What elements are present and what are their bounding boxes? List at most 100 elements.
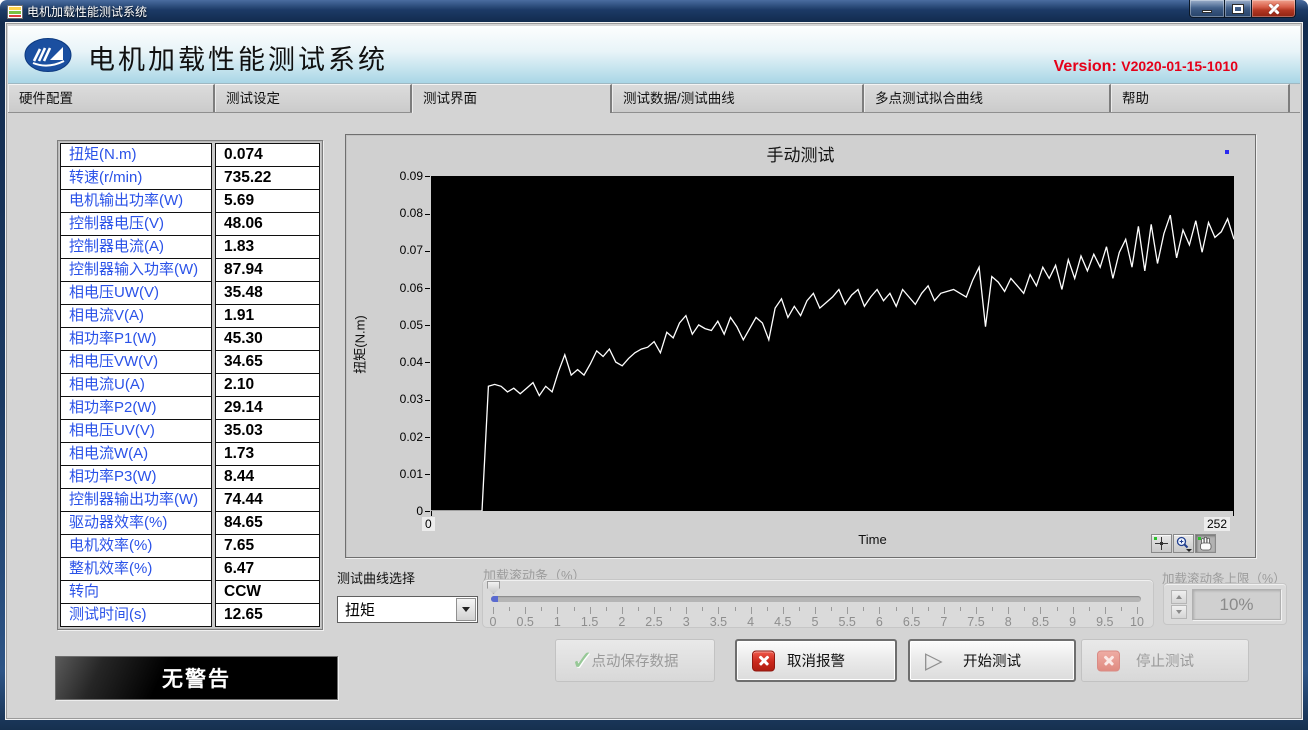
metric-value: 0.074 bbox=[215, 143, 320, 167]
tab-5[interactable]: 多点测试拟合曲线 bbox=[864, 84, 1111, 112]
slider-tick bbox=[509, 607, 510, 611]
slider-pointer-handle[interactable] bbox=[487, 581, 500, 594]
slider-tick bbox=[831, 607, 832, 611]
metric-label: 转速(r/min) bbox=[60, 166, 212, 190]
y-tick-label: 0.09 bbox=[346, 168, 430, 184]
metric-value: 74.44 bbox=[215, 488, 320, 512]
start-test-button[interactable]: 开始测试 bbox=[908, 639, 1076, 682]
slider-tick bbox=[557, 607, 558, 614]
table-row: 整机效率(%)6.47 bbox=[60, 557, 320, 581]
metric-label: 控制器电压(V) bbox=[60, 212, 212, 236]
slider-tick bbox=[541, 607, 542, 611]
slider-tick-label: 8.5 bbox=[1032, 615, 1049, 629]
slider-tick bbox=[976, 607, 977, 614]
tab-3[interactable]: 测试界面 bbox=[412, 84, 612, 113]
tab-2[interactable]: 测试设定 bbox=[215, 84, 412, 112]
slider-tick bbox=[1105, 607, 1106, 614]
y-tick-label: 0.05 bbox=[346, 317, 430, 333]
minimize-icon bbox=[1202, 10, 1212, 13]
table-row: 控制器输入功率(W)87.94 bbox=[60, 258, 320, 282]
slider-tick bbox=[879, 607, 880, 614]
metric-value: 35.48 bbox=[215, 281, 320, 305]
slider-tick-label: 9.5 bbox=[1096, 615, 1113, 629]
metric-value: 735.22 bbox=[215, 166, 320, 190]
metric-label: 扭矩(N.m) bbox=[60, 143, 212, 167]
slider-tick bbox=[783, 607, 784, 614]
load-limit-control: 10% bbox=[1163, 583, 1287, 625]
jog-save-button[interactable]: 点动保存数据 bbox=[555, 639, 715, 682]
slider-tick bbox=[590, 607, 591, 614]
y-tick-label: 0.07 bbox=[346, 242, 430, 258]
metric-value: 2.10 bbox=[215, 373, 320, 397]
cursor-tool-button[interactable] bbox=[1151, 534, 1172, 553]
company-logo-icon bbox=[24, 37, 72, 73]
slider-tick-label: 1 bbox=[554, 615, 561, 629]
metric-value: 35.03 bbox=[215, 419, 320, 443]
warning-indicator: 无警告 bbox=[55, 656, 338, 700]
cancel-alarm-button[interactable]: 取消报警 bbox=[735, 639, 897, 682]
waveform-plot[interactable] bbox=[431, 176, 1234, 511]
slider-tick-label: 10 bbox=[1130, 615, 1144, 629]
pan-tool-button[interactable] bbox=[1195, 534, 1216, 553]
tab-4[interactable]: 测试数据/测试曲线 bbox=[612, 84, 864, 112]
slider-tick bbox=[928, 607, 929, 611]
metric-label: 控制器输入功率(W) bbox=[60, 258, 212, 282]
curve-select-label: 测试曲线选择 bbox=[337, 568, 415, 587]
led-dot bbox=[1198, 537, 1201, 540]
table-row: 相电压UV(V)35.03 bbox=[60, 419, 320, 443]
maximize-button[interactable] bbox=[1225, 0, 1252, 18]
slider-tick bbox=[574, 607, 575, 611]
metric-value: CCW bbox=[215, 580, 320, 604]
slider-tick-marks bbox=[493, 607, 1137, 615]
slider-tick bbox=[751, 607, 752, 614]
slider-tick bbox=[702, 607, 703, 611]
slider-tick-label: 7.5 bbox=[967, 615, 984, 629]
metric-label: 电机输出功率(W) bbox=[60, 189, 212, 213]
metric-label: 相电压VW(V) bbox=[60, 350, 212, 374]
chart-title: 手动测试 bbox=[346, 141, 1255, 166]
close-button[interactable] bbox=[1252, 0, 1296, 18]
decrement-button[interactable] bbox=[1171, 605, 1187, 619]
slider-tick bbox=[815, 607, 816, 614]
x-axis-max-label: 252 bbox=[1204, 517, 1230, 531]
slider-tick bbox=[767, 607, 768, 611]
slider-tick bbox=[638, 607, 639, 611]
play-icon bbox=[925, 648, 943, 674]
close-icon bbox=[1267, 3, 1281, 15]
table-row: 控制器电压(V)48.06 bbox=[60, 212, 320, 236]
tab-1[interactable]: 硬件配置 bbox=[8, 84, 215, 112]
curve-select-dropdown[interactable]: 扭矩 bbox=[337, 596, 478, 623]
increment-button[interactable] bbox=[1171, 590, 1187, 604]
slider-track[interactable] bbox=[491, 596, 1141, 602]
table-row: 相功率P1(W)45.30 bbox=[60, 327, 320, 351]
y-axis-ticks: 0.090.080.070.060.050.040.030.020.010 bbox=[346, 176, 430, 511]
stop-test-button[interactable]: 停止测试 bbox=[1081, 639, 1249, 682]
table-row: 转速(r/min)735.22 bbox=[60, 166, 320, 190]
minimize-button[interactable] bbox=[1189, 0, 1225, 18]
slider-tick bbox=[493, 607, 494, 614]
button-label: 停止测试 bbox=[1136, 650, 1194, 671]
slider-tick-label: 2 bbox=[618, 615, 625, 629]
tab-6[interactable]: 帮助 bbox=[1111, 84, 1290, 112]
table-row: 控制器输出功率(W)74.44 bbox=[60, 488, 320, 512]
slider-tick bbox=[735, 607, 736, 611]
slider-tick bbox=[670, 607, 671, 611]
slider-tick bbox=[1040, 607, 1041, 614]
slider-tick bbox=[1057, 607, 1058, 611]
load-slider[interactable]: 00.511.522.533.544.555.566.577.588.599.5… bbox=[482, 579, 1154, 628]
slider-tick bbox=[944, 607, 945, 614]
slider-tick bbox=[1024, 607, 1025, 611]
slider-tick bbox=[525, 607, 526, 614]
metrics-table: 扭矩(N.m)0.074转速(r/min)735.22电机输出功率(W)5.69… bbox=[57, 140, 323, 630]
dropdown-arrow-button[interactable] bbox=[456, 598, 476, 621]
slider-tick-label: 1.5 bbox=[581, 615, 598, 629]
metric-label: 相电流W(A) bbox=[60, 442, 212, 466]
curve-select-value: 扭矩 bbox=[338, 599, 456, 620]
metric-label: 相功率P2(W) bbox=[60, 396, 212, 420]
title-bar[interactable]: 电机加载性能测试系统 bbox=[0, 0, 1308, 22]
zoom-tool-button[interactable] bbox=[1173, 534, 1194, 553]
slider-tick-label: 2.5 bbox=[645, 615, 662, 629]
tab-bar: 硬件配置测试设定测试界面测试数据/测试曲线多点测试拟合曲线帮助 bbox=[8, 84, 1300, 113]
slider-tick-label: 0.5 bbox=[516, 615, 533, 629]
slider-tick bbox=[799, 607, 800, 611]
